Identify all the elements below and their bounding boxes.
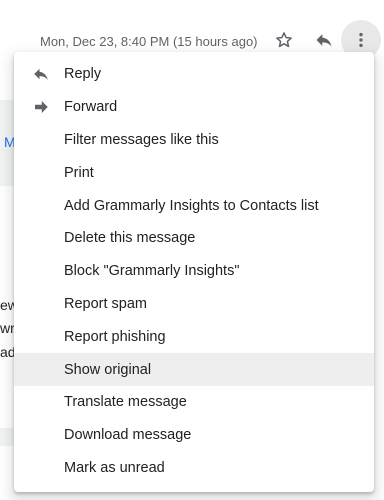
menu-item-label: Report phishing (64, 328, 166, 345)
reply-icon (32, 65, 50, 83)
star-button[interactable] (272, 28, 296, 52)
menu-item-show-original[interactable]: Show original (14, 353, 374, 386)
menu-item-translate-message[interactable]: Translate message (14, 386, 374, 419)
menu-item-block-sender[interactable]: Block "Grammarly Insights" (14, 255, 374, 288)
reply-icon (316, 34, 332, 47)
message-options-menu: Reply Forward Filter messages like this … (14, 52, 374, 492)
menu-item-report-spam[interactable]: Report spam (14, 288, 374, 321)
menu-item-label: Block "Grammarly Insights" (64, 263, 240, 280)
menu-item-report-phishing[interactable]: Report phishing (14, 320, 374, 353)
reply-button[interactable] (312, 28, 336, 52)
menu-item-label: Print (64, 164, 94, 181)
menu-item-filter-messages[interactable]: Filter messages like this (14, 124, 374, 157)
menu-item-forward[interactable]: Forward (14, 91, 374, 124)
menu-item-label: Reply (64, 66, 102, 83)
star-icon (276, 32, 292, 48)
background-text-fragment: wr (0, 320, 15, 336)
menu-item-label: Mark as unread (64, 459, 165, 476)
background-panel (0, 428, 14, 446)
menu-item-label: Filter messages like this (64, 131, 219, 148)
menu-item-label: Translate message (64, 394, 187, 411)
menu-item-print[interactable]: Print (14, 156, 374, 189)
menu-item-label: Delete this message (64, 230, 196, 247)
message-timestamp: Mon, Dec 23, 8:40 PM (15 hours ago) (40, 34, 258, 49)
menu-item-label: Show original (64, 361, 152, 378)
more-vert-icon (359, 32, 363, 48)
menu-item-delete-message[interactable]: Delete this message (14, 222, 374, 255)
menu-item-label: Download message (64, 427, 192, 444)
menu-item-label: Add Grammarly Insights to Contacts list (64, 197, 319, 214)
menu-item-add-to-contacts[interactable]: Add Grammarly Insights to Contacts list (14, 189, 374, 222)
menu-item-label: Forward (64, 99, 118, 116)
menu-item-mark-as-unread[interactable]: Mark as unread (14, 452, 374, 485)
menu-item-reply[interactable]: Reply (14, 58, 374, 91)
menu-item-download-message[interactable]: Download message (14, 419, 374, 452)
forward-icon (32, 98, 50, 116)
menu-item-label: Report spam (64, 295, 148, 312)
